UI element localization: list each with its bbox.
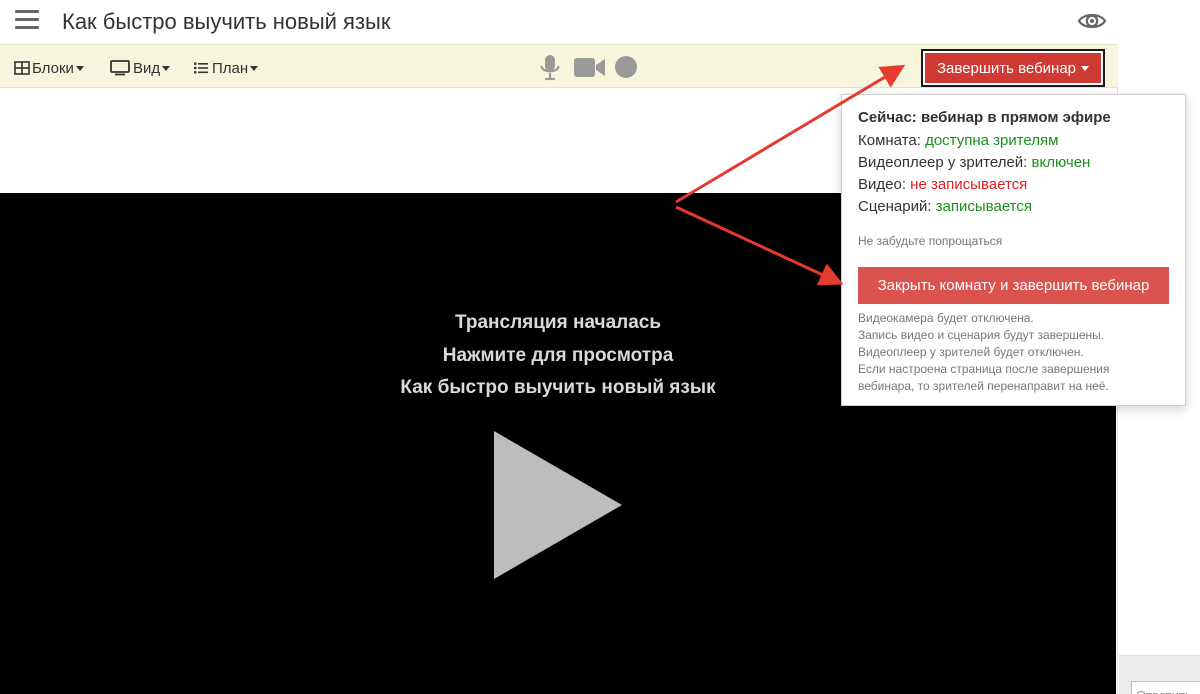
room-status-label: Комната:	[858, 132, 921, 149]
close-room-button[interactable]: Закрыть комнату и завершить вебинар	[858, 267, 1169, 304]
info-line: вебинара, то зрителей перенаправит на не…	[858, 379, 1109, 393]
video-record-status: Видео: не записывается	[858, 176, 1027, 193]
end-webinar-label: Завершить вебинар	[936, 59, 1077, 77]
info-line: Видеокамера будет отключена.	[858, 311, 1034, 325]
player-status: Видеоплеер у зрителей: включен	[858, 154, 1090, 171]
plan-menu[interactable]: План	[193, 58, 259, 78]
view-menu-label: Вид	[133, 59, 161, 77]
chevron-down-icon	[250, 65, 259, 71]
list-icon	[193, 61, 209, 75]
microphone-icon[interactable]	[539, 54, 561, 87]
blocks-menu-label: Блоки	[32, 59, 74, 77]
blocks-menu[interactable]: Блоки	[14, 58, 84, 78]
script-record-status: Сценарий: записывается	[858, 198, 1032, 215]
monitor-icon	[110, 60, 130, 76]
player-status-label: Видеоплеер у зрителей:	[858, 154, 1028, 171]
broadcast-status-heading: Сейчас: вебинар в прямом эфире	[858, 109, 1111, 126]
hamburger-menu-icon[interactable]	[15, 10, 39, 32]
room-status: Комната: доступна зрителям	[858, 132, 1058, 149]
script-record-label: Сценарий:	[858, 198, 932, 215]
eye-icon[interactable]	[1077, 8, 1107, 34]
reply-input[interactable]: Ответить...	[1131, 681, 1200, 694]
player-status-value: включен	[1031, 154, 1091, 171]
record-icon[interactable]	[614, 55, 638, 84]
info-line: Запись видео и сценария будут завершены.	[858, 328, 1105, 342]
end-webinar-button-frame: Завершить вебинар	[921, 49, 1105, 87]
farewell-reminder: Не забудьте попрощаться	[858, 234, 1003, 248]
video-record-label: Видео:	[858, 176, 906, 193]
plan-menu-label: План	[212, 59, 249, 77]
grid-icon	[14, 61, 30, 75]
toolbar: Блоки Вид План Завершить вебинар	[0, 44, 1118, 88]
info-line: Если настроена страница после завершения	[858, 362, 1110, 376]
chevron-down-icon	[1081, 65, 1090, 71]
chevron-down-icon	[75, 65, 84, 71]
room-status-value: доступна зрителям	[925, 132, 1059, 149]
video-camera-icon[interactable]	[573, 57, 607, 84]
title-bar: Как быстро выучить новый язык	[0, 0, 1118, 44]
chevron-down-icon	[162, 65, 171, 71]
info-line: Видеоплеер у зрителей будет отключен.	[858, 345, 1084, 359]
chat-input-area: Ответить...	[1119, 655, 1200, 694]
end-webinar-dropdown: Сейчас: вебинар в прямом эфире Комната: …	[841, 94, 1186, 406]
video-record-value: не записывается	[910, 176, 1028, 193]
script-record-value: записывается	[935, 198, 1032, 215]
view-menu[interactable]: Вид	[110, 58, 171, 78]
end-webinar-button[interactable]: Завершить вебинар	[925, 53, 1101, 83]
play-icon[interactable]	[494, 431, 622, 579]
page-title: Как быстро выучить новый язык	[62, 9, 391, 34]
